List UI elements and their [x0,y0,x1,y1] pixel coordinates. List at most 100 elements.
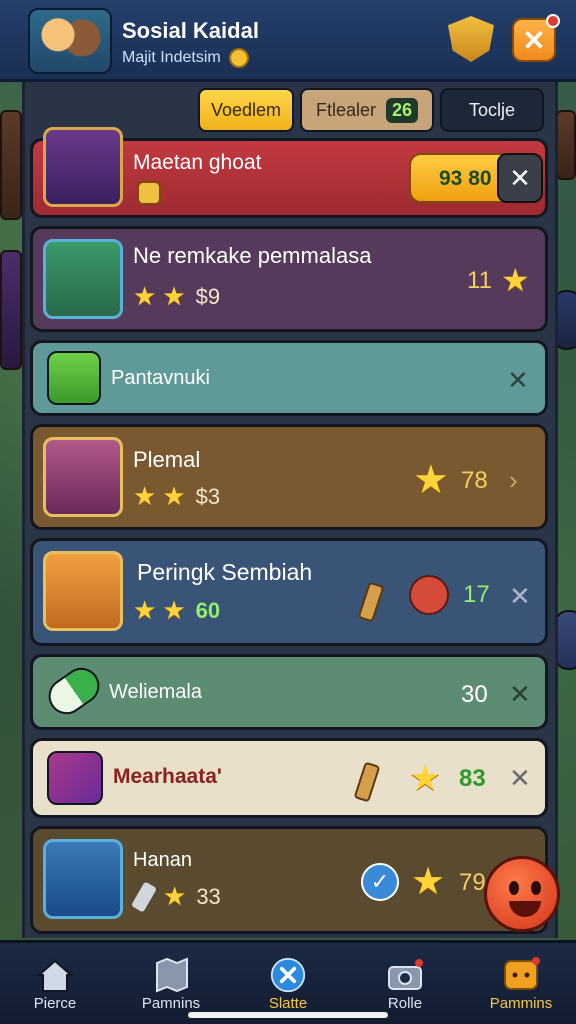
mascot-mouth [509,901,541,917]
star-rating: ★ ★ 60 [133,595,220,626]
nav-label: Pammins [489,995,553,1012]
app-subtitle: Majit Indetsim [122,48,250,68]
star-icon: ★ [163,881,187,911]
nav-label: Rolle [387,995,423,1012]
mascot-eye [531,881,541,895]
camera-icon [388,959,423,990]
close-icon[interactable]: ✕ [509,581,531,612]
star-icon: ★ [133,595,157,625]
tool-icon [130,880,158,913]
close-icon[interactable]: ✕ [509,679,531,710]
score-value: 79 [459,869,486,896]
star-icon: ★ [411,861,446,903]
row-title: Ne remkake pemmalasa [133,243,372,268]
close-circle-icon [270,957,306,993]
row-title: Weliemala [109,681,202,703]
reward-value: 93 80 [439,167,492,190]
smile-icon [229,48,250,68]
shield-badge-icon [137,181,161,205]
mascot-character[interactable] [484,856,560,932]
star-rating: ★ ★ $3 [133,481,220,512]
nav-item-pierce[interactable]: Pierce [0,943,110,1024]
list-item[interactable]: Mearhaata' ★ 83 ✕ [30,738,548,818]
tab-label: Voedlem [210,99,282,120]
list-item[interactable]: Hanan ★ 33 ✓ ★ 79 [30,826,548,934]
close-icon[interactable]: ✕ [507,365,529,396]
star-icon: ★ [162,481,186,511]
star-rating: ★ 33 [130,880,221,913]
star-icon: ★ [162,281,186,311]
row-title: Maetan ghoat [133,151,262,174]
row-title: Plemal [133,447,201,472]
building-right [556,110,576,180]
avatar [43,239,123,319]
star-icon: ★ [162,595,186,625]
avatar [43,437,123,517]
close-button[interactable]: ✕ [512,14,560,62]
list-item[interactable]: Weliemala 30 ✕ [30,654,548,730]
home-icon [36,959,74,992]
tab-toclje[interactable]: Toclje [440,88,544,132]
tab-label: Ftlealer [316,99,377,120]
home-indicator [188,1012,388,1018]
reward-pill[interactable]: 93 80 ✕ [409,153,543,203]
mascot-eye [509,881,519,895]
nav-item-pammins[interactable]: Pammins [466,943,576,1024]
menu-badge-icon [47,751,103,805]
badge-icon [47,351,101,405]
list-item[interactable]: Peringk Sembiah ★ ★ 60 17 ✕ [30,538,548,646]
avatar [43,127,123,207]
notification-dot [546,14,560,28]
score-value: 30 [461,681,488,708]
nav-label: Pierce [33,995,77,1012]
nav-label: Pamnins [141,995,201,1012]
building-left [0,110,22,220]
money-value: $3 [195,483,221,509]
close-icon: ✕ [522,24,546,56]
tab-label: Toclje [468,99,516,120]
score-value: 11 [467,267,492,294]
map-icon [156,957,188,993]
player-avatar[interactable] [28,8,112,74]
character-icon [409,575,449,615]
list-item[interactable]: Maetan ghoat 93 80 ✕ [30,127,548,218]
pill-icon [41,660,107,722]
scroll-icon [357,581,385,623]
star-icon: ★ [413,458,449,502]
star-icon: ★ [501,262,530,298]
list-item[interactable]: Ne remkake pemmalasa ★ ★ $9 11 ★ [30,226,548,332]
avatar [43,551,123,631]
tab-count-badge: 26 [385,97,418,123]
chat-icon [504,957,540,990]
list-item[interactable]: Plemal ★ ★ $3 ★ 78 › [30,424,548,530]
star-icon: ★ [409,757,442,798]
check-icon[interactable]: ✓ [361,863,399,901]
app-title: Sosial Kaidal [122,18,259,43]
list-item[interactable]: Pantavnuki ✕ [30,340,548,416]
row-title: Peringk Sembiah [137,559,313,585]
tab-bar: Voedlem Ftlealer 26 Toclje [198,88,544,132]
money-value: $9 [195,283,221,309]
money-value: 60 [195,597,221,623]
shield-icon[interactable] [448,16,494,62]
tab-ftlealer[interactable]: Ftlealer 26 [300,88,434,132]
top-bar: Sosial Kaidal Majit Indetsim ✕ [0,0,576,82]
score-value: 78 [461,467,488,494]
scroll-icon [353,761,381,803]
star-icon: ★ [133,481,157,511]
row-title: Pantavnuki [111,367,210,389]
tab-voedlem[interactable]: Voedlem [198,88,294,132]
score-value: 17 [463,581,490,608]
star-icon: ★ [133,281,157,311]
close-icon[interactable]: ✕ [509,763,531,794]
close-icon[interactable]: ✕ [497,153,543,203]
money-value: 33 [196,883,221,909]
row-title: Mearhaata' [113,765,222,788]
building-left-2 [0,250,22,370]
chevron-right-icon[interactable]: › [509,465,518,496]
row-title: Hanan [133,849,192,871]
star-rating: ★ ★ $9 [133,281,220,312]
score-value: 83 [459,765,486,792]
avatar [43,839,123,919]
subtitle-text: Majit Indetsim [122,49,221,67]
